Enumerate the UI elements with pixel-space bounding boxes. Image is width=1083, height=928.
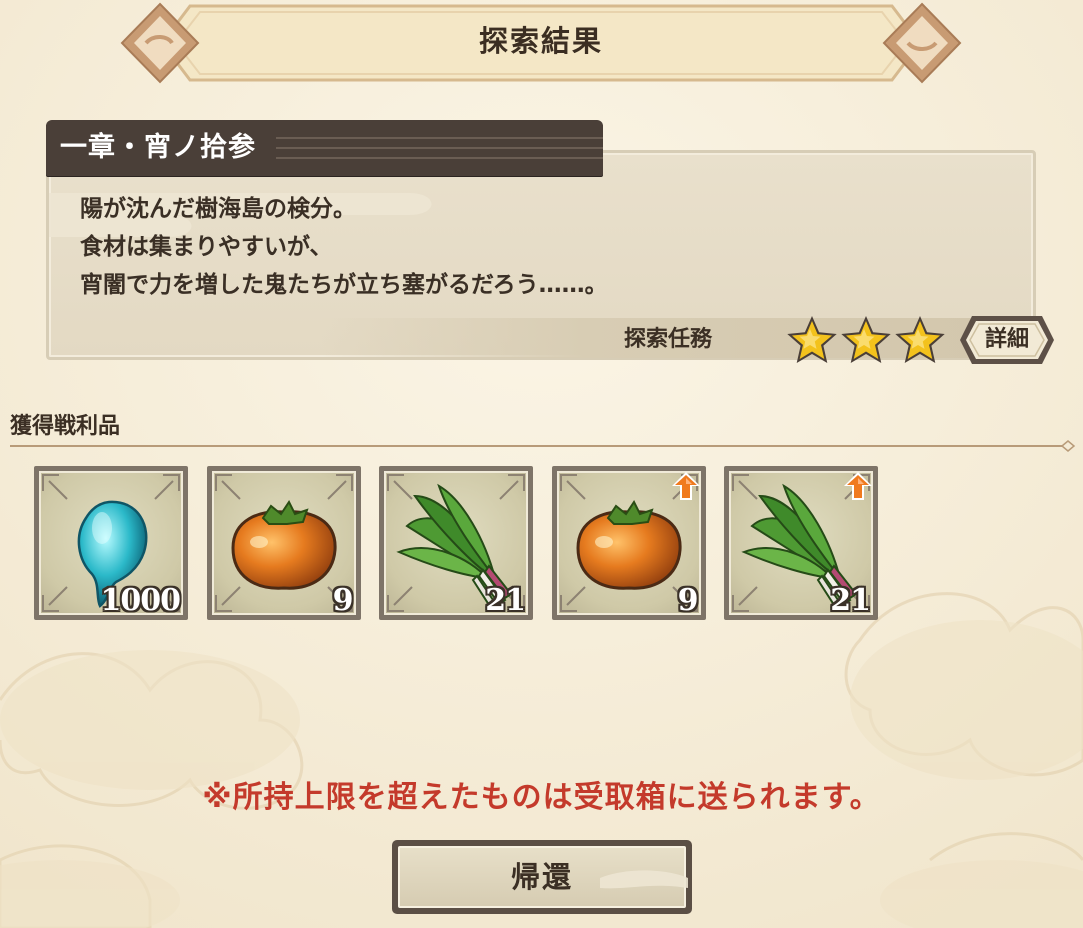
description-line: 食材は集まりやすいが、: [80, 234, 333, 260]
star-icon: [895, 316, 945, 363]
loot-item[interactable]: 9: [551, 466, 706, 620]
loot-item-quantity: 21: [485, 583, 526, 618]
loot-item-quantity: 9: [332, 583, 354, 618]
loot-item-quantity: 21: [830, 583, 871, 618]
return-label: 帰還: [510, 860, 573, 894]
loot-item[interactable]: 21: [379, 466, 533, 620]
loot-section-title: 獲得戦利品: [10, 414, 121, 439]
loot-item-quantity: 9: [677, 583, 699, 618]
mission-stars: [787, 316, 945, 363]
up-arrow-icon: [844, 472, 872, 500]
detail-button[interactable]: 詳細: [958, 312, 1056, 368]
chapter-title: 一章・宵ノ拾参: [60, 132, 256, 163]
up-arrow-icon: [671, 472, 700, 500]
description-line: 宵闇で力を増した鬼たちが立ち塞がるだろう……。: [80, 272, 608, 298]
return-button[interactable]: 帰還: [392, 840, 692, 914]
loot-item[interactable]: 9: [206, 466, 361, 620]
chapter-description: 陽が沈んだ樹海島の検分。 食材は集まりやすいが、 宵闇で力を増した鬼たちが立ち塞…: [80, 190, 980, 304]
star-icon: [787, 316, 837, 363]
loot-item-quantity: 1000: [100, 583, 181, 618]
page-title: 探索結果: [478, 24, 603, 58]
detail-label: 詳細: [984, 327, 1029, 352]
loot-item[interactable]: 1000: [34, 466, 188, 620]
section-divider: [10, 440, 1076, 452]
mission-label: 探索任務: [624, 327, 713, 352]
loot-item[interactable]: 21: [724, 466, 878, 620]
star-icon: [841, 316, 891, 363]
description-line: 陽が沈んだ樹海島の検分。: [80, 196, 356, 222]
inventory-limit-notice: ※所持上限を超えたものは受取箱に送られます。: [202, 780, 881, 815]
